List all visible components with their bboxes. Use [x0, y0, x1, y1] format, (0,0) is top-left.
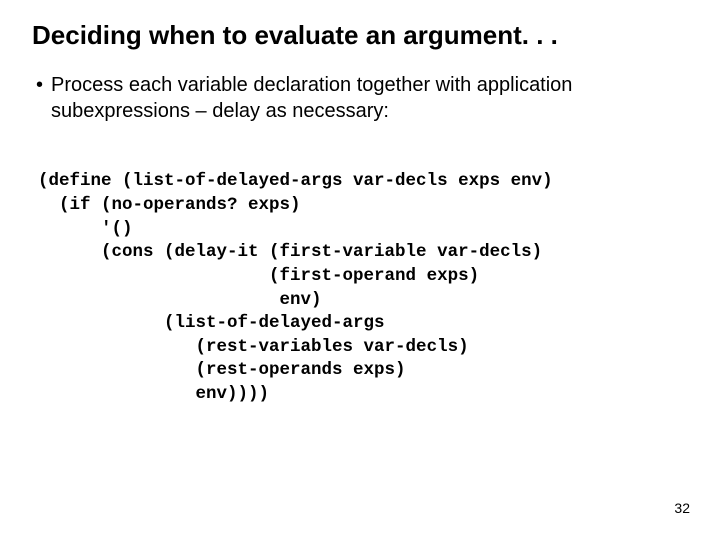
code-line: (first-operand exps) [38, 266, 479, 286]
bullet-item: • Process each variable declaration toge… [36, 73, 694, 124]
code-line: (cons (delay-it (first-variable var-decl… [38, 242, 542, 262]
slide-title: Deciding when to evaluate an argument. .… [32, 20, 694, 51]
code-line: (if (no-operands? exps) [38, 195, 301, 215]
slide: Deciding when to evaluate an argument. .… [0, 0, 720, 540]
bullet-text: Process each variable declaration togeth… [51, 73, 694, 124]
code-line: (list-of-delayed-args [38, 313, 385, 333]
code-line: (define (list-of-delayed-args var-decls … [38, 171, 553, 191]
bullet-marker: • [36, 73, 43, 124]
code-line: env) [38, 290, 322, 310]
code-line: (rest-variables var-decls) [38, 337, 469, 357]
code-line: '() [38, 219, 133, 239]
code-line: env)))) [38, 384, 269, 404]
code-line: (rest-operands exps) [38, 360, 406, 380]
code-block: (define (list-of-delayed-args var-decls … [38, 170, 694, 406]
page-number: 32 [674, 500, 690, 516]
